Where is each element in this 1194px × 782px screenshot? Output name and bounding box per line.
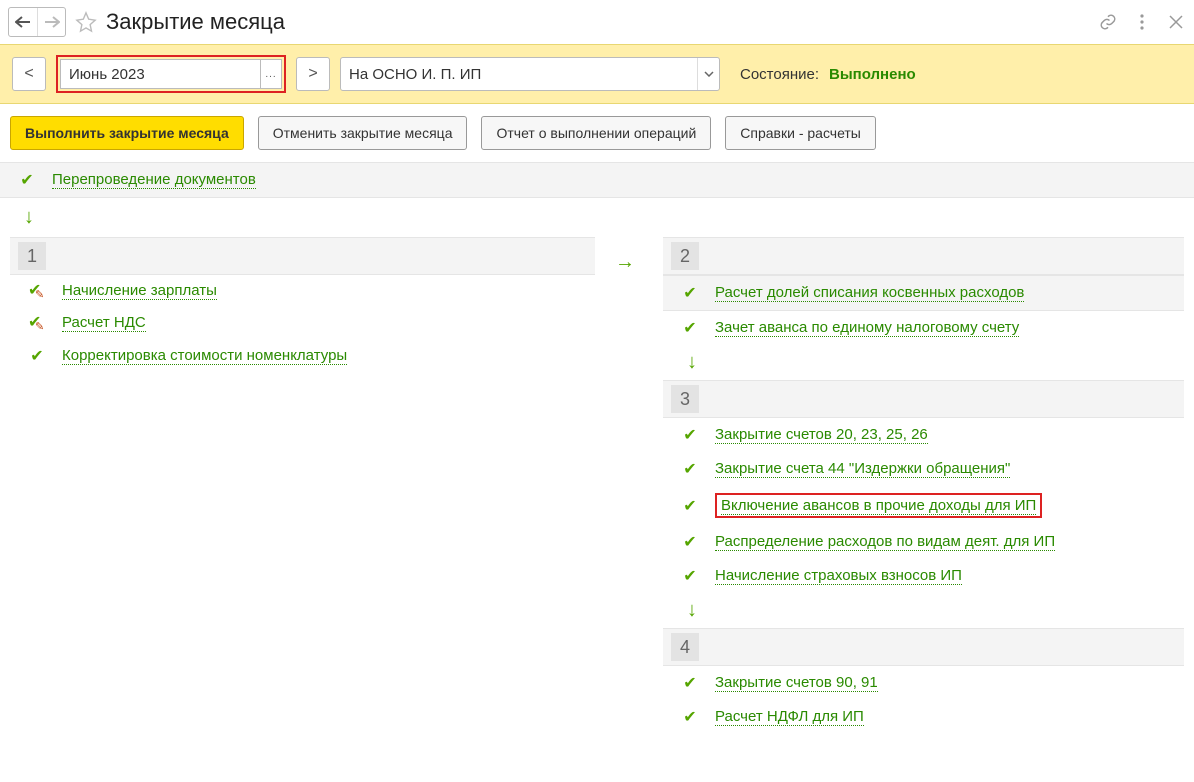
block-2-header: 2 <box>663 237 1184 275</box>
op-row-cost-correction: ✔ Корректировка стоимости номенклатуры <box>10 339 595 373</box>
op-salary-link[interactable]: Начисление зарплаты <box>62 282 217 300</box>
check-manual-icon <box>28 314 46 332</box>
op-cost-correction-link[interactable]: Корректировка стоимости номенклатуры <box>62 347 347 365</box>
op-row-advance-income-ip: ✔ Включение авансов в прочие доходы для … <box>663 486 1184 525</box>
state-label: Состояние: <box>740 66 819 83</box>
flow-arrow-down-3: ↓ <box>663 593 1184 628</box>
nav-back-button[interactable] <box>9 8 37 36</box>
nav-buttons <box>8 7 66 37</box>
period-bar: < Июнь 2023 ... > На ОСНО И. П. ИП Состо… <box>0 44 1194 104</box>
arrow-left-icon <box>15 16 31 28</box>
check-icon: ✔ <box>681 459 699 479</box>
block-3-header: 3 <box>663 380 1184 418</box>
cancel-close-month-button[interactable]: Отменить закрытие месяца <box>258 116 468 150</box>
block-4-header: 4 <box>663 628 1184 666</box>
arrow-down-icon: ↓ <box>24 206 34 228</box>
op-advance-income-highlight: Включение авансов в прочие доходы для ИП <box>715 493 1042 518</box>
state-value: Выполнено <box>829 66 916 83</box>
op-close-44-link[interactable]: Закрытие счета 44 "Издержки обращения" <box>715 460 1010 478</box>
column-left: 1 Начисление зарплаты Расчет НДС ✔ Корре… <box>10 237 595 734</box>
organization-dropdown-button[interactable] <box>697 58 719 90</box>
nav-forward-button[interactable] <box>37 8 65 36</box>
organization-field: На ОСНО И. П. ИП <box>340 57 720 91</box>
action-bar: Выполнить закрытие месяца Отменить закры… <box>0 104 1194 162</box>
arrow-right-icon <box>44 16 60 28</box>
check-icon: ✔ <box>28 346 46 366</box>
block-4-number: 4 <box>671 633 699 661</box>
more-menu-icon[interactable] <box>1132 12 1152 32</box>
op-row-close-90-91: ✔ Закрытие счетов 90, 91 <box>663 666 1184 700</box>
op-advance-offset-link[interactable]: Зачет аванса по единому налоговому счету <box>715 319 1019 337</box>
check-icon: ✔ <box>681 673 699 693</box>
check-icon: ✔ <box>681 283 699 303</box>
operation-columns: 1 Начисление зарплаты Расчет НДС ✔ Корре… <box>0 237 1194 754</box>
check-icon: ✔ <box>18 170 36 190</box>
op-row-advance-offset: ✔ Зачет аванса по единому налоговому сче… <box>663 311 1184 345</box>
op-row-close-20-26: ✔ Закрытие счетов 20, 23, 25, 26 <box>663 418 1184 452</box>
op-expense-distribution-ip-link[interactable]: Распределение расходов по видам деят. дл… <box>715 533 1055 551</box>
check-icon: ✔ <box>681 425 699 445</box>
reference-calcs-button[interactable]: Справки - расчеты <box>725 116 876 150</box>
op-row-nds: Расчет НДС <box>10 307 595 339</box>
op-row-salary: Начисление зарплаты <box>10 275 595 307</box>
op-insurance-ip-link[interactable]: Начисление страховых взносов ИП <box>715 567 962 585</box>
op-row-insurance-ip: ✔ Начисление страховых взносов ИП <box>663 559 1184 593</box>
period-prev-button[interactable]: < <box>12 57 46 91</box>
op-indirect-share-link[interactable]: Расчет долей списания косвенных расходов <box>715 284 1024 302</box>
titlebar-actions <box>1098 12 1186 32</box>
flow-arrow-right: → <box>615 237 643 734</box>
period-picker-button[interactable]: ... <box>260 59 282 89</box>
op-nds-link[interactable]: Расчет НДС <box>62 314 146 332</box>
operations-report-button[interactable]: Отчет о выполнении операций <box>481 116 711 150</box>
page-title: Закрытие месяца <box>106 9 1098 35</box>
block-2-number: 2 <box>671 242 699 270</box>
period-field-highlight: Июнь 2023 ... <box>56 55 286 93</box>
op-row-indirect-share: ✔ Расчет долей списания косвенных расход… <box>663 275 1184 311</box>
op-row-ndfl-ip: ✔ Расчет НДФЛ для ИП <box>663 700 1184 734</box>
arrow-down-icon: ↓ <box>687 351 697 373</box>
close-icon[interactable] <box>1166 12 1186 32</box>
period-next-button[interactable]: > <box>296 57 330 91</box>
op-ndfl-ip-link[interactable]: Расчет НДФЛ для ИП <box>715 708 864 726</box>
link-icon[interactable] <box>1098 12 1118 32</box>
run-close-month-button[interactable]: Выполнить закрытие месяца <box>10 116 244 150</box>
column-right: 2 ✔ Расчет долей списания косвенных расх… <box>663 237 1184 734</box>
check-icon: ✔ <box>681 566 699 586</box>
op-close-90-91-link[interactable]: Закрытие счетов 90, 91 <box>715 674 878 692</box>
block-1-header: 1 <box>10 237 595 275</box>
check-icon: ✔ <box>681 707 699 727</box>
check-manual-icon <box>28 282 46 300</box>
op-advance-income-ip-link[interactable]: Включение авансов в прочие доходы для ИП <box>721 497 1036 515</box>
flow-arrow-down-2: ↓ <box>663 345 1184 380</box>
organization-value[interactable]: На ОСНО И. П. ИП <box>341 58 697 90</box>
period-field[interactable]: Июнь 2023 <box>60 59 260 89</box>
repost-documents-row: ✔ Перепроведение документов <box>0 162 1194 198</box>
favorite-star-icon[interactable] <box>74 10 98 34</box>
check-icon: ✔ <box>681 496 699 516</box>
arrow-right-icon: → <box>615 251 635 274</box>
flow-arrow-down: ↓ <box>0 198 1194 237</box>
chevron-down-icon <box>704 71 714 77</box>
repost-documents-link[interactable]: Перепроведение документов <box>52 171 256 189</box>
arrow-down-icon: ↓ <box>687 599 697 621</box>
block-3-number: 3 <box>671 385 699 413</box>
op-row-expense-distribution-ip: ✔ Распределение расходов по видам деят. … <box>663 525 1184 559</box>
op-close-20-26-link[interactable]: Закрытие счетов 20, 23, 25, 26 <box>715 426 928 444</box>
block-1-number: 1 <box>18 242 46 270</box>
check-icon: ✔ <box>681 318 699 338</box>
check-icon: ✔ <box>681 532 699 552</box>
titlebar: Закрытие месяца <box>0 0 1194 44</box>
op-row-close-44: ✔ Закрытие счета 44 "Издержки обращения" <box>663 452 1184 486</box>
